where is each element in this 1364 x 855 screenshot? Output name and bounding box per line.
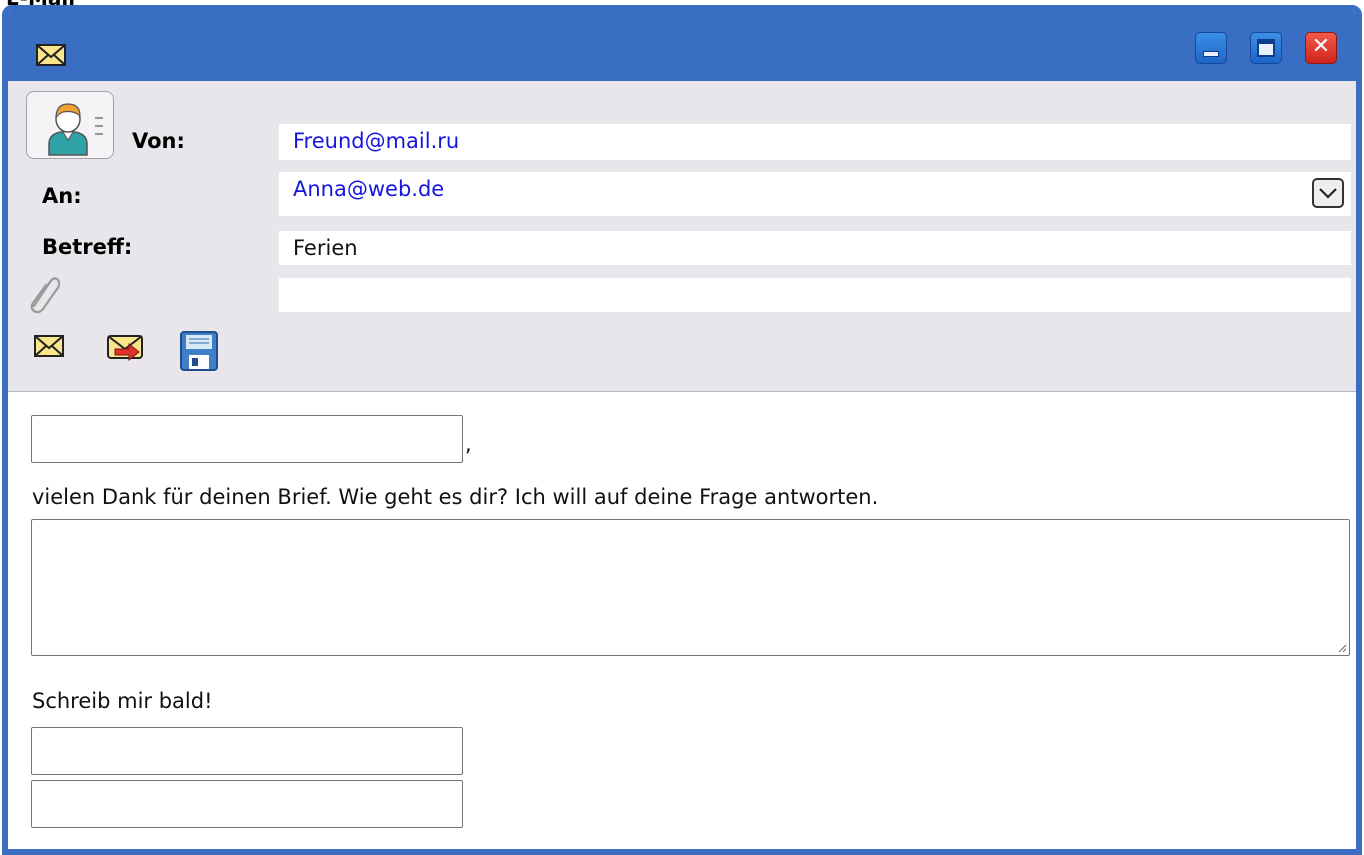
send-mail-icon[interactable]: [34, 335, 64, 357]
close-button[interactable]: ✕: [1305, 32, 1337, 64]
from-label: Von:: [132, 129, 185, 153]
subject-label: Betreff:: [42, 235, 133, 259]
answer-textarea[interactable]: [31, 519, 1350, 656]
subject-field[interactable]: Ferien: [279, 231, 1351, 265]
maximize-button[interactable]: [1250, 32, 1282, 64]
email-header: Von: Freund@mail.ru An: Anna@web.de Betr…: [8, 81, 1356, 392]
resize-grip-icon[interactable]: [1337, 643, 1347, 653]
to-field[interactable]: Anna@web.de: [279, 172, 1351, 216]
from-field[interactable]: Freund@mail.ru: [279, 124, 1351, 160]
greeting-comma: ,: [465, 432, 472, 456]
title-bar: ✕: [8, 11, 1356, 81]
signature-input-1[interactable]: [31, 727, 463, 775]
to-value: Anna@web.de: [293, 177, 445, 201]
chevron-down-icon: [1319, 188, 1337, 199]
email-window: ✕ Von: Freund@mail.ru An: Anna@web.de Be…: [2, 5, 1362, 855]
signature-input-2[interactable]: [31, 780, 463, 828]
mail-icon: [36, 44, 66, 66]
contacts-button[interactable]: [26, 91, 114, 159]
minimize-button[interactable]: [1195, 32, 1227, 64]
contact-card-icon: [48, 103, 103, 156]
closing-text: Schreib mir bald!: [32, 689, 213, 713]
to-dropdown-button[interactable]: [1312, 178, 1344, 208]
email-body: , vielen Dank für deinen Brief. Wie geht…: [8, 392, 1356, 849]
greeting-input[interactable]: [31, 415, 463, 463]
intro-text: vielen Dank für deinen Brief. Wie geht e…: [32, 485, 879, 509]
to-label: An:: [42, 184, 82, 208]
save-icon[interactable]: [180, 331, 218, 371]
paperclip-icon: [30, 277, 60, 314]
attachment-field[interactable]: [279, 278, 1351, 312]
forward-mail-icon[interactable]: [107, 335, 147, 361]
